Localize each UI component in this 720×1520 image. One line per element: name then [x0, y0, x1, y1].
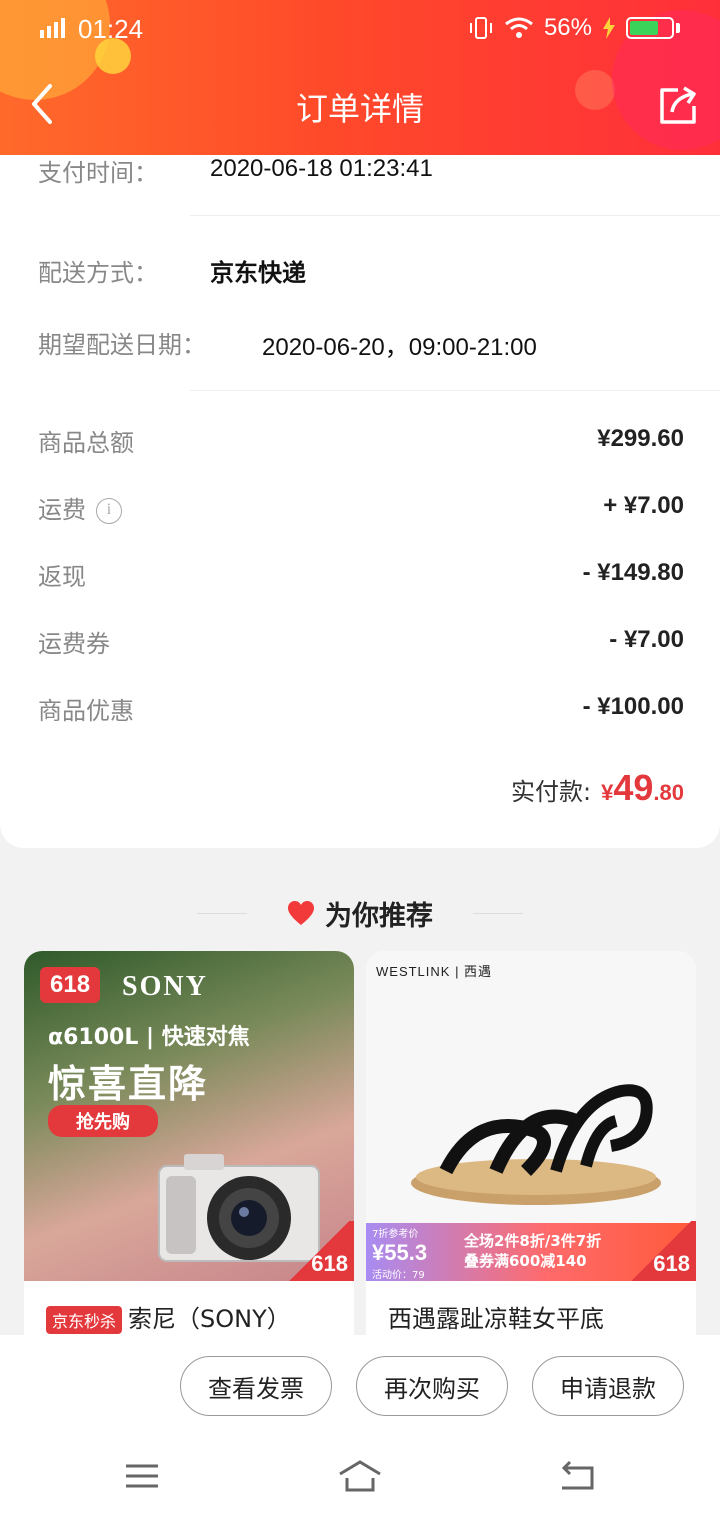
buy-now-tag: 抢先购 — [48, 1105, 158, 1137]
system-nav-bar — [0, 1432, 720, 1520]
order-detail-card: 支付时间： 2020-06-18 01:23:41 配送方式： 京东快递 期望配… — [0, 155, 720, 848]
rebuy-button[interactable]: 再次购买 — [356, 1356, 508, 1416]
promo-line-1: 全场2件8折/3件7折 — [464, 1232, 602, 1250]
paid-integer: 49 — [613, 767, 654, 808]
recommend-title: 为你推荐 — [325, 900, 433, 932]
wifi-icon — [505, 17, 533, 38]
corner-618-text: 618 — [311, 1251, 348, 1276]
heart-icon — [288, 901, 314, 925]
corner-618: 618 — [626, 1221, 696, 1281]
promo-line-2: 叠券满600减140 — [464, 1252, 587, 1270]
pay-time-value: 2020-06-18 01:23:41 — [210, 155, 433, 182]
corner-618-text: 618 — [653, 1251, 690, 1276]
pay-time-label: 支付时间： — [38, 159, 158, 187]
promo-price-value: ¥55.3 — [372, 1240, 428, 1265]
fee-amount-discount: - ¥100.00 — [582, 693, 684, 720]
home-icon[interactable] — [338, 1458, 382, 1494]
product-image: 618 SONY α6100L | 快速对焦 惊喜直降 抢先购 618 — [24, 951, 354, 1281]
fee-label-shipping: 运费 i — [38, 490, 122, 525]
header-bar: 01:24 56% 订单详情 — [0, 0, 720, 155]
fee-label-cashback: 返现 — [38, 563, 86, 591]
brand-logo: SONY — [122, 971, 208, 1002]
charging-icon — [603, 17, 615, 39]
product-image: WESTLINK | 西遇 7折参考价 ¥55.3 活动价：79 全场2件8折/… — [366, 951, 696, 1281]
battery-percent: 56% — [543, 14, 592, 41]
badge-618: 618 — [40, 967, 101, 1003]
promo-price: 7折参考价 ¥55.3 活动价：79 — [372, 1225, 427, 1281]
divider — [190, 390, 720, 391]
paid-currency: ¥ — [601, 780, 614, 805]
fee-label-total: 商品总额 — [38, 429, 134, 457]
expected-date-value: 2020-06-20，09:00-21:00 — [262, 334, 537, 361]
brand-logo: WESTLINK | 西遇 — [376, 964, 493, 979]
fee-amount-total: ¥299.60 — [597, 425, 684, 452]
divider — [190, 215, 720, 216]
signal-icon — [40, 18, 65, 38]
promo-text: 全场2件8折/3件7折 叠券满600减140 — [464, 1231, 601, 1271]
expected-date-label: 期望配送日期： — [38, 331, 206, 359]
view-invoice-button[interactable]: 查看发票 — [180, 1356, 332, 1416]
fee-label-shipping-text: 运费 — [38, 496, 86, 524]
fee-amount-cashback: - ¥149.80 — [582, 559, 684, 586]
action-bar: 查看发票 再次购买 申请退款 — [0, 1335, 720, 1432]
product-subtitle: α6100L | 快速对焦 — [48, 1025, 250, 1050]
share-icon[interactable] — [656, 84, 700, 126]
promo-price-label: 7折参考价 — [372, 1229, 419, 1240]
fee-amount-shipping: + ¥7.00 — [603, 492, 684, 519]
product-card[interactable]: WESTLINK | 西遇 7折参考价 ¥55.3 活动价：79 全场2件8折/… — [366, 951, 696, 1351]
product-headline: 惊喜直降 — [48, 1062, 209, 1106]
paid-label: 实付款: — [511, 778, 592, 806]
status-bar: 01:24 56% — [0, 0, 720, 58]
product-card[interactable]: 618 SONY α6100L | 快速对焦 惊喜直降 抢先购 618 京东秒杀… — [24, 951, 354, 1351]
fee-amount-shipping-coupon: - ¥7.00 — [609, 626, 684, 653]
paid-total: 实付款: ¥ 49 .80 — [511, 767, 684, 809]
vibrate-icon — [469, 17, 492, 39]
menu-icon[interactable] — [120, 1458, 164, 1494]
recommend-header: 为你推荐 — [0, 885, 720, 941]
info-icon[interactable]: i — [96, 498, 122, 524]
fee-label-shipping-coupon: 运费券 — [38, 630, 110, 658]
fee-label-discount: 商品优惠 — [38, 697, 134, 725]
sandal-image — [411, 1084, 661, 1205]
status-right: 56% — [468, 14, 680, 42]
corner-618: 618 — [284, 1221, 354, 1281]
divider — [473, 912, 523, 914]
nav-back-icon[interactable] — [556, 1458, 600, 1494]
delivery-label: 配送方式： — [38, 259, 158, 287]
page-title: 订单详情 — [295, 90, 424, 128]
battery-icon — [626, 17, 674, 39]
battery-tip — [676, 23, 680, 33]
delivery-value: 京东快递 — [210, 259, 306, 287]
refund-button[interactable]: 申请退款 — [532, 1356, 684, 1416]
paid-decimal: .80 — [653, 780, 684, 805]
divider — [197, 912, 247, 914]
status-time: 01:24 — [78, 14, 144, 44]
promo-price-sub: 活动价：79 — [372, 1270, 425, 1281]
